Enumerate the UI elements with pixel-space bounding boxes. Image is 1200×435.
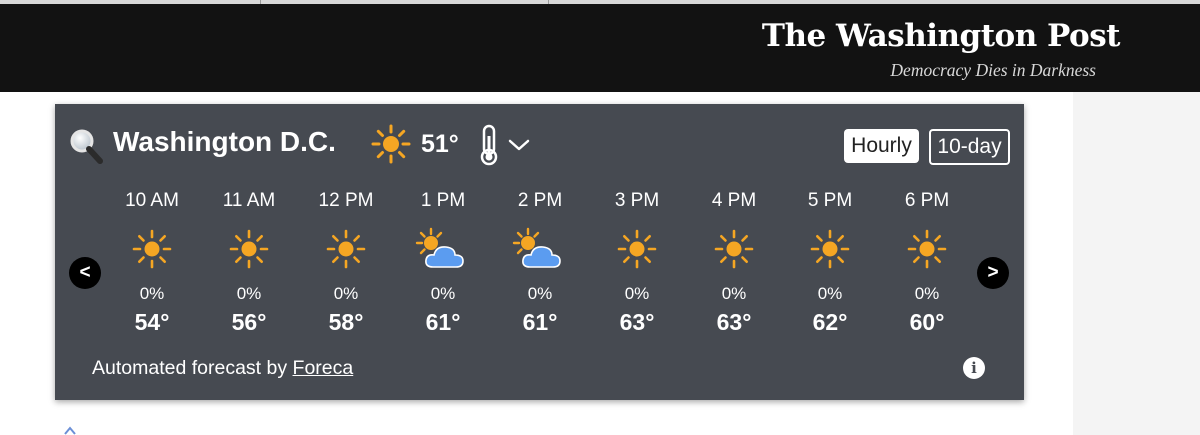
info-icon[interactable]: i [963, 357, 985, 379]
tab-10-day[interactable]: 10-day [929, 129, 1010, 165]
hour-column: 12 PM 0% 58° [311, 190, 381, 336]
hour-column: 4 PM 0% 63° [699, 190, 769, 336]
hour-temperature: 56° [231, 309, 267, 335]
hour-temperature: 60° [909, 309, 945, 335]
hour-time: 4 PM [711, 190, 757, 211]
hour-column: 2 PM 0% 61° [505, 190, 575, 336]
next-arrow-button[interactable]: > [977, 257, 1009, 289]
tab-hourly[interactable]: Hourly [844, 129, 919, 163]
chevron-up-icon[interactable] [63, 425, 77, 435]
hour-column: 10 AM 0% 54° [117, 190, 187, 336]
partly-cloudy-icon [415, 227, 464, 268]
precip-chance: 0% [333, 284, 359, 303]
hour-temperature: 62° [812, 309, 848, 335]
foreca-link[interactable]: Foreca [293, 357, 354, 379]
page-gutter [0, 92, 22, 435]
hour-column: 6 PM 0% 60° [892, 190, 962, 336]
forecast-credit: Automated forecast by Foreca [92, 357, 353, 380]
chevron-down-icon[interactable] [507, 138, 531, 152]
hour-time: 12 PM [318, 190, 374, 211]
sun-icon [371, 124, 411, 164]
tagline: Democracy Dies in Darkness [890, 60, 1096, 80]
location-name[interactable]: Washington D.C. [113, 126, 336, 158]
hour-time: 1 PM [420, 190, 466, 211]
weather-widget: Washington D.C. 51° Hourly 10-day < > 10… [55, 104, 1024, 400]
hour-temperature: 63° [716, 309, 752, 335]
current-temperature: 51° [421, 130, 459, 158]
hour-column: 3 PM 0% 63° [602, 190, 672, 336]
sun-icon [907, 229, 947, 269]
credit-text: Automated forecast by [92, 357, 293, 379]
hour-time: 6 PM [904, 190, 950, 211]
wapo-logo[interactable]: The Washington Post [762, 18, 1121, 54]
hour-temperature: 61° [522, 309, 558, 335]
sun-icon [714, 229, 754, 269]
precip-chance: 0% [817, 284, 843, 303]
search-icon[interactable] [69, 128, 103, 164]
thermometer-icon[interactable] [477, 124, 501, 166]
hour-time: 5 PM [807, 190, 853, 211]
hour-temperature: 61° [425, 309, 461, 335]
hour-column: 5 PM 0% 62° [795, 190, 865, 336]
hour-column: 1 PM 0% 61° [408, 190, 478, 336]
hour-time: 11 AM [222, 190, 276, 211]
prev-arrow-button[interactable]: < [69, 257, 101, 289]
hour-temperature: 58° [328, 309, 364, 335]
hour-time: 3 PM [614, 190, 660, 211]
precip-chance: 0% [430, 284, 456, 303]
sun-icon [617, 229, 657, 269]
hour-temperature: 63° [619, 309, 655, 335]
sun-icon [326, 229, 366, 269]
sun-icon [132, 229, 172, 269]
hour-temperature: 54° [134, 309, 170, 335]
sun-icon [810, 229, 850, 269]
hour-time: 10 AM [125, 190, 179, 211]
right-rail [1073, 92, 1200, 435]
precip-chance: 0% [527, 284, 553, 303]
precip-chance: 0% [914, 284, 940, 303]
precip-chance: 0% [721, 284, 747, 303]
precip-chance: 0% [236, 284, 262, 303]
hour-time: 2 PM [517, 190, 563, 211]
masthead: The Washington Post Democracy Dies in Da… [0, 4, 1200, 92]
sun-icon [229, 229, 269, 269]
hour-column: 11 AM 0% 56° [214, 190, 284, 336]
precip-chance: 0% [139, 284, 165, 303]
partly-cloudy-icon [512, 227, 561, 268]
precip-chance: 0% [624, 284, 650, 303]
